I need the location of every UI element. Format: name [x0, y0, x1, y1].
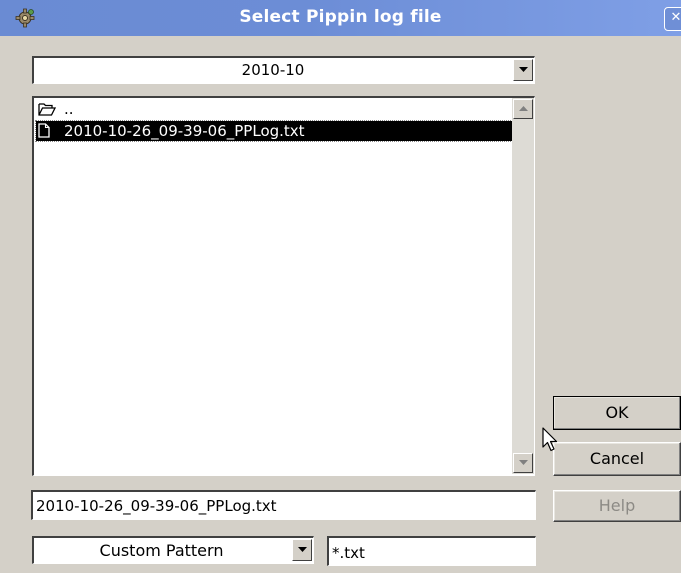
pattern-input-value: *.txt: [332, 544, 365, 562]
pattern-input[interactable]: *.txt: [327, 536, 536, 566]
folder-open-icon: [38, 101, 57, 117]
close-button[interactable]: ✕: [664, 7, 681, 31]
list-item-label: 2010-10-26_09-39-06_PPLog.txt: [64, 122, 305, 140]
title-bar[interactable]: Select Pippin log file ✕: [0, 0, 681, 36]
window-title: Select Pippin log file: [239, 7, 442, 27]
filter-type-value: Custom Pattern: [99, 541, 224, 560]
filter-type-select[interactable]: Custom Pattern: [32, 536, 314, 564]
chevron-down-icon: [298, 547, 307, 552]
list-item-label: ..: [64, 100, 74, 118]
folder-select[interactable]: 2010-10: [32, 56, 535, 84]
arrow-up-icon: [519, 106, 528, 111]
mouse-pointer-icon: [542, 427, 558, 452]
scroll-down-button[interactable]: [513, 453, 533, 473]
arrow-down-icon: [519, 460, 528, 465]
document-icon: [38, 123, 56, 139]
filename-input[interactable]: 2010-10-26_09-39-06_PPLog.txt: [31, 490, 536, 520]
chevron-down-icon: [519, 67, 528, 72]
file-list[interactable]: .. 2010-10-26_09-39-06_PPLog.txt: [32, 96, 535, 476]
list-item-parent-folder[interactable]: ..: [36, 99, 514, 119]
folder-select-value: 2010-10: [241, 61, 305, 79]
filter-type-dropdown-button[interactable]: [292, 539, 312, 561]
help-button[interactable]: Help: [553, 490, 681, 522]
list-item-file-selected[interactable]: 2010-10-26_09-39-06_PPLog.txt: [35, 120, 515, 142]
ok-button[interactable]: OK: [553, 396, 681, 430]
cancel-button[interactable]: Cancel: [553, 442, 681, 476]
vertical-scrollbar[interactable]: [512, 98, 534, 474]
scroll-up-button[interactable]: [513, 99, 533, 119]
filename-input-value: 2010-10-26_09-39-06_PPLog.txt: [36, 497, 277, 515]
folder-select-dropdown-button[interactable]: [513, 59, 533, 81]
